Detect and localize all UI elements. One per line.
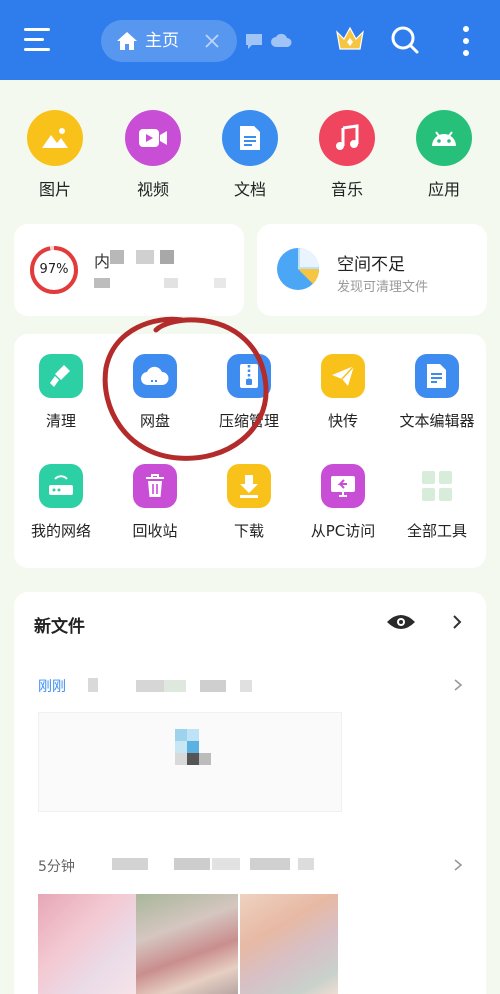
tool-pc-access[interactable]: 从PC访问 (296, 464, 390, 541)
android-icon (416, 110, 472, 166)
storage-name: 内 (94, 252, 111, 271)
redacted-text (214, 278, 226, 288)
cloud-icon[interactable] (270, 32, 292, 48)
file-thumbnail[interactable] (38, 894, 136, 994)
redacted-text (212, 858, 240, 870)
download-icon (227, 464, 271, 508)
tool-label: 我的网络 (30, 522, 91, 540)
pc-access-icon (321, 464, 365, 508)
tool-zip-manager[interactable]: 压缩管理 (202, 354, 296, 431)
text-editor-icon (415, 354, 459, 398)
tool-label: 压缩管理 (218, 412, 279, 430)
tools-card: 清理 网盘 压缩管理 快传 文本编辑器 我的网络 回收站 下载 从PC访问 全部… (14, 334, 486, 568)
tool-label: 快传 (327, 412, 358, 430)
video-icon (125, 110, 181, 166)
pie-chart-icon (277, 248, 320, 290)
tab-home[interactable]: 主页 (101, 20, 237, 62)
file-thumbnail[interactable] (240, 894, 338, 994)
chevron-right-icon[interactable] (450, 614, 464, 630)
internal-storage-card[interactable]: 97% 内 (14, 224, 244, 316)
section-title: 新文件 (34, 617, 85, 637)
paper-plane-icon (321, 354, 365, 398)
category-label: 视频 (136, 180, 169, 199)
brush-icon (39, 354, 83, 398)
chevron-right-icon[interactable] (452, 858, 464, 872)
menu-icon[interactable] (24, 28, 52, 52)
redacted-text (136, 680, 164, 692)
category-label: 应用 (427, 180, 460, 199)
category-documents[interactable]: 文档 (215, 110, 285, 200)
tool-recycle-bin[interactable]: 回收站 (108, 464, 202, 541)
redacted-text (174, 858, 210, 870)
category-apps[interactable]: 应用 (409, 110, 479, 200)
redacted-text (200, 680, 226, 692)
space-subtitle: 发现可清理文件 (337, 280, 429, 295)
tool-label: 回收站 (132, 522, 178, 540)
router-icon (39, 464, 83, 508)
tool-download[interactable]: 下载 (202, 464, 296, 541)
tool-all-tools[interactable]: 全部工具 (390, 464, 484, 541)
chevron-right-icon[interactable] (452, 678, 464, 692)
redacted-text (164, 680, 186, 692)
space-cleanup-card[interactable]: 空间不足 发现可清理文件 (257, 224, 487, 316)
new-files-card: 新文件 刚刚 5分钟 (14, 592, 486, 994)
trash-icon (133, 464, 177, 508)
file-thumbnail[interactable] (136, 894, 238, 994)
redacted-text (136, 250, 154, 264)
tool-label: 文本编辑器 (399, 412, 475, 430)
redacted-text (164, 278, 178, 288)
redacted-text (160, 250, 174, 264)
redacted-text (298, 858, 314, 870)
redacted-text (88, 678, 98, 692)
tab-label: 主页 (145, 31, 179, 51)
tool-my-network[interactable]: 我的网络 (14, 464, 108, 541)
more-icon[interactable] (462, 26, 470, 56)
redacted-text (110, 250, 124, 264)
music-icon (319, 110, 375, 166)
redacted-text (112, 858, 148, 870)
tool-label: 网盘 (139, 412, 170, 430)
storage-percent: 97% (39, 262, 69, 277)
home-icon (117, 32, 137, 50)
tool-label: 全部工具 (406, 522, 467, 540)
redacted-text (250, 858, 290, 870)
tool-text-editor[interactable]: 文本编辑器 (390, 354, 484, 431)
tool-quick-transfer[interactable]: 快传 (296, 354, 390, 431)
file-thumbnail[interactable] (38, 712, 342, 812)
crown-icon[interactable] (334, 24, 366, 54)
tool-clean[interactable]: 清理 (14, 354, 108, 431)
category-images[interactable]: 图片 (20, 110, 90, 200)
tool-cloud-drive[interactable]: 网盘 (108, 354, 202, 431)
cloud-drive-icon (133, 354, 177, 398)
category-videos[interactable]: 视频 (118, 110, 188, 200)
category-music[interactable]: 音乐 (312, 110, 382, 200)
document-icon (222, 110, 278, 166)
file-group-label: 刚刚 (38, 679, 66, 695)
eye-icon[interactable] (386, 612, 416, 632)
category-label: 文档 (233, 180, 266, 199)
zip-icon (227, 354, 271, 398)
close-icon[interactable] (203, 32, 221, 50)
image-icon (27, 110, 83, 166)
chat-icon[interactable] (244, 32, 264, 50)
category-label: 音乐 (330, 180, 363, 199)
tool-label: 从PC访问 (310, 522, 376, 540)
file-group-label: 5分钟 (38, 859, 75, 875)
grid-icon (415, 464, 459, 508)
redacted-text (94, 278, 110, 288)
redacted-text (240, 680, 252, 692)
category-label: 图片 (38, 180, 71, 199)
search-icon[interactable] (390, 25, 420, 55)
tool-label: 清理 (45, 412, 76, 430)
tool-label: 下载 (233, 522, 264, 540)
top-app-bar: 主页 (0, 0, 500, 80)
space-title: 空间不足 (337, 255, 405, 275)
